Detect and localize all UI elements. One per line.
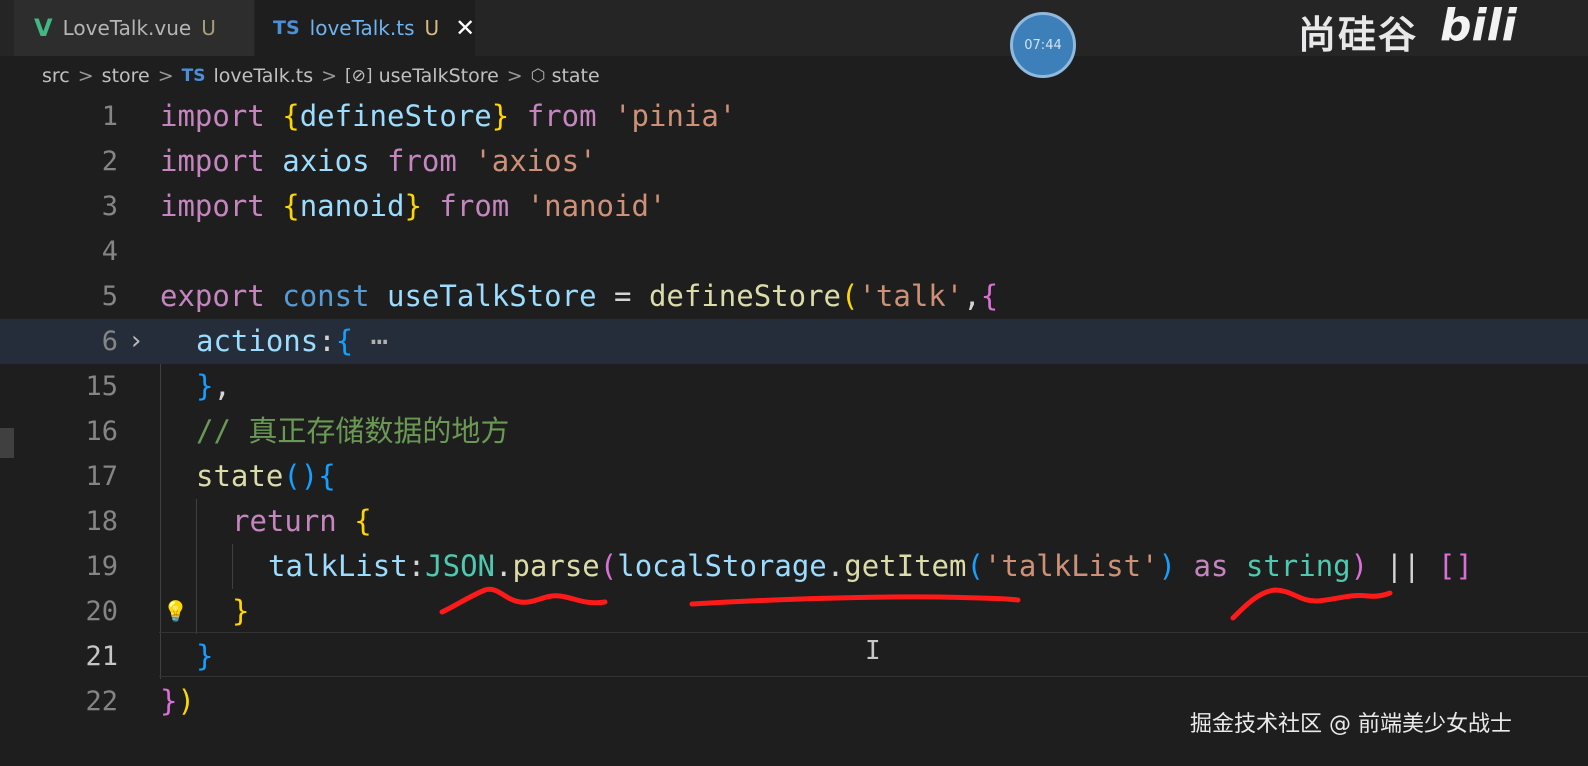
credit-watermark: 掘金技术社区 @ 前端美少女战士 [1190,712,1512,737]
underline-as-string [1230,587,1393,621]
annotation-underlines [439,586,1393,621]
underline-localstorage-getitem [689,594,1021,607]
underline-json-parse [439,586,608,615]
